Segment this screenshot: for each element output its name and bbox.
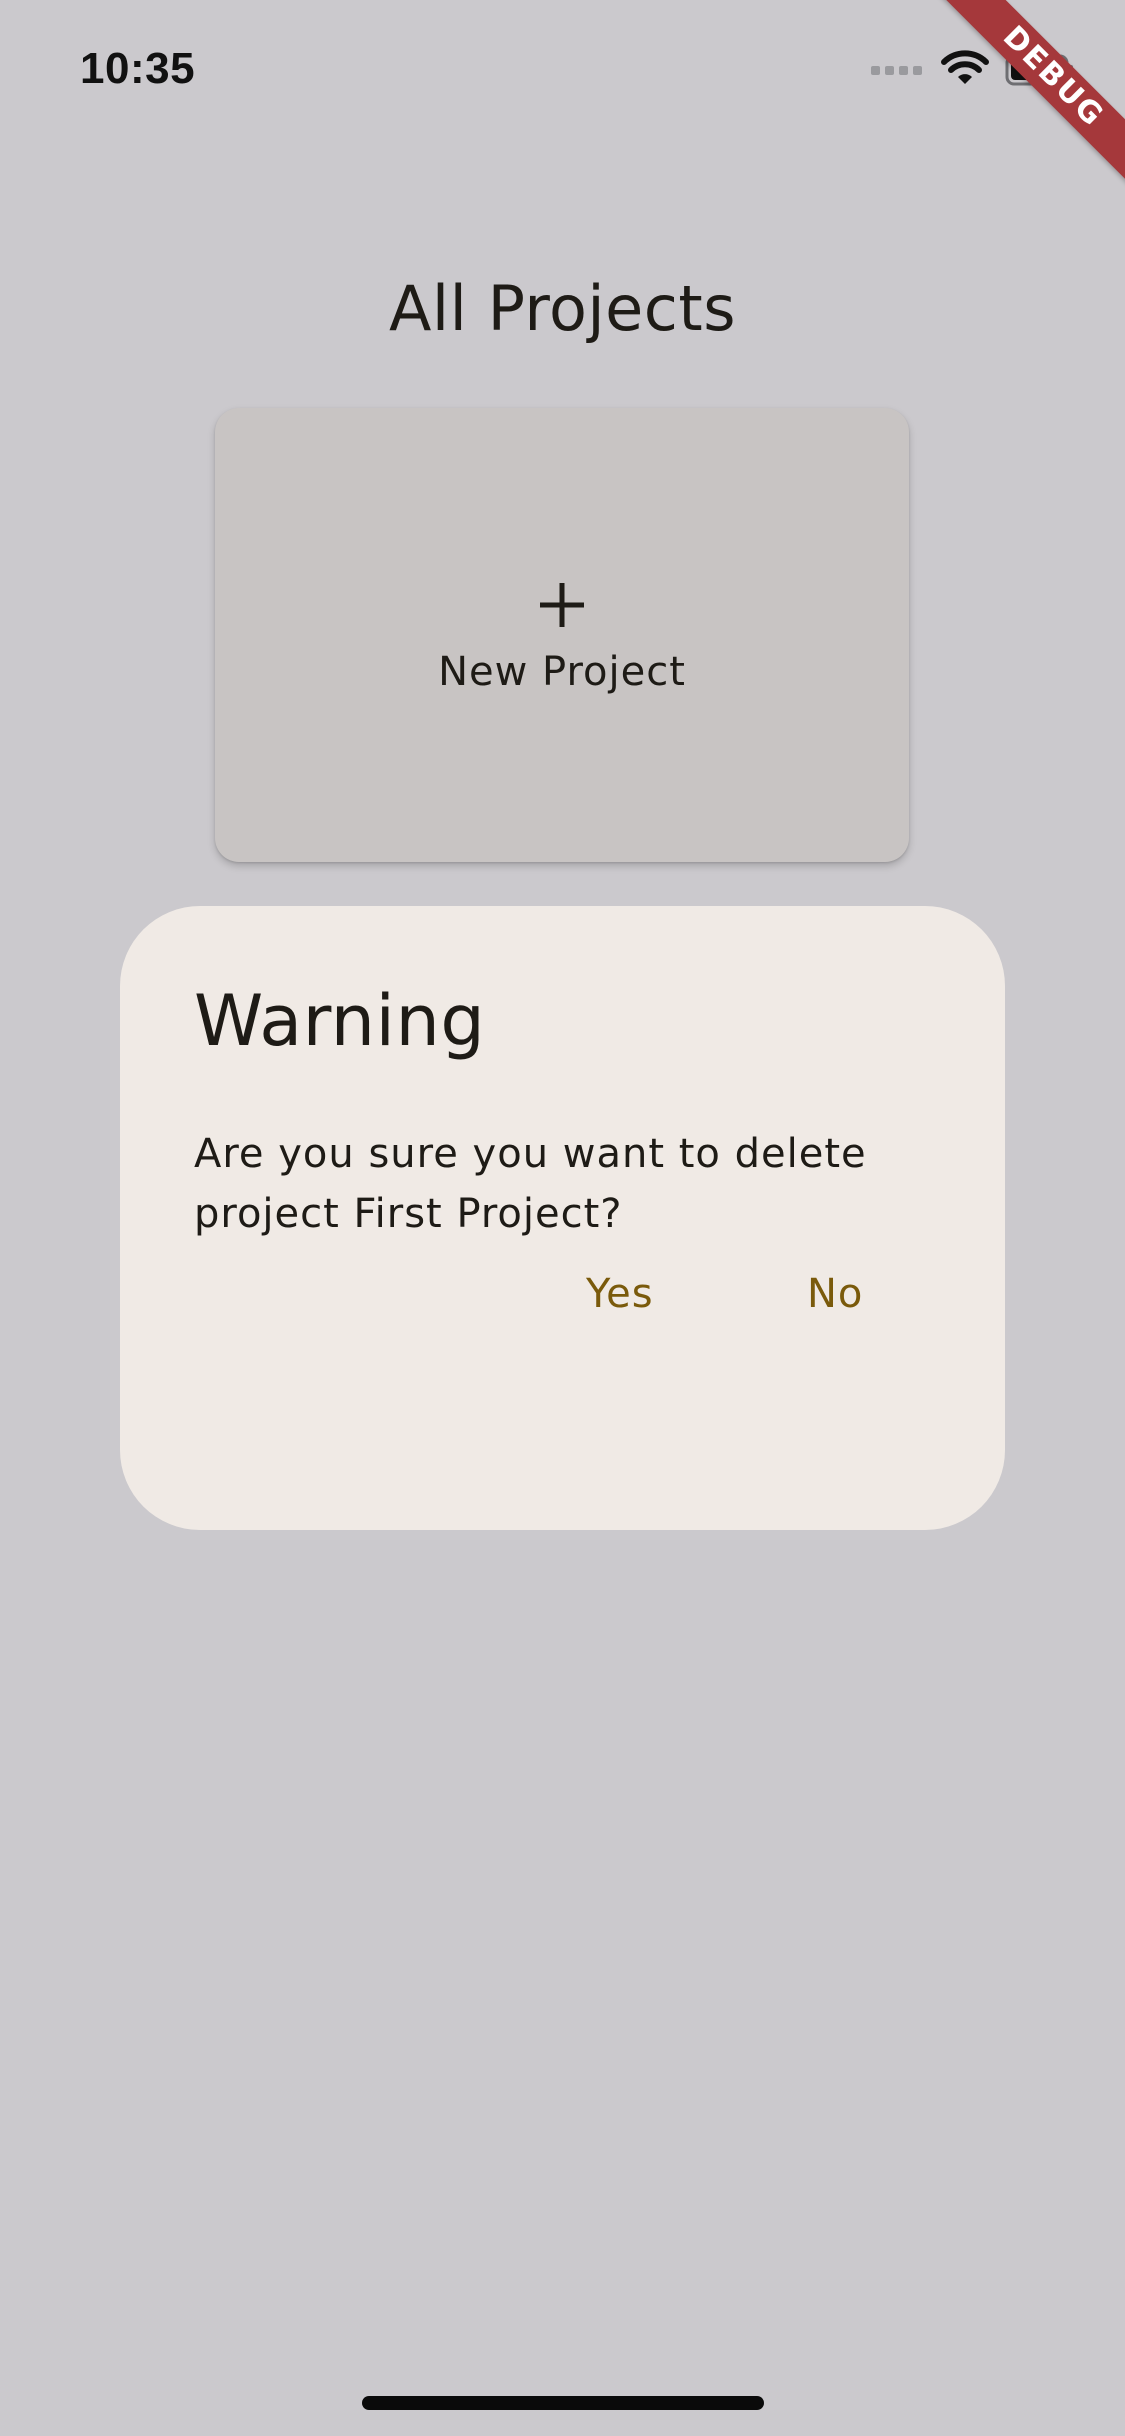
debug-ribbon-label: DEBUG xyxy=(932,0,1125,198)
status-icons xyxy=(869,50,1075,90)
signal-icon xyxy=(871,66,922,75)
home-indicator[interactable] xyxy=(362,2396,764,2410)
new-project-label: New Project xyxy=(438,649,686,695)
wifi-icon xyxy=(941,50,989,84)
status-time: 10:35 xyxy=(80,44,196,93)
dialog-title: Warning xyxy=(194,980,486,1062)
yes-button[interactable]: Yes xyxy=(562,1254,678,1334)
dialog-actions: Yes No xyxy=(120,1254,1005,1334)
dialog-message: Are you sure you want to delete project … xyxy=(194,1131,867,1237)
warning-dialog: Warning Are you sure you want to delete … xyxy=(120,906,1005,1530)
plus-icon xyxy=(540,583,584,627)
new-project-card[interactable]: New Project xyxy=(215,408,909,862)
page-title: All Projects xyxy=(389,272,736,345)
debug-banner: DEBUG xyxy=(925,0,1125,200)
no-button[interactable]: No xyxy=(783,1254,887,1334)
battery-icon xyxy=(1005,54,1073,86)
